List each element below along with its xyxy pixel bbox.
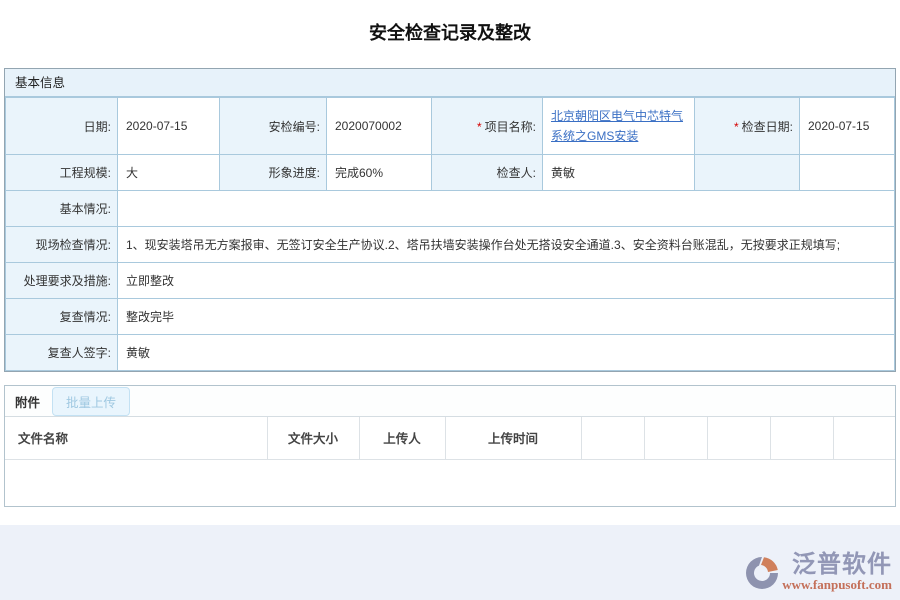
recheck-situation-value: 整改完毕 bbox=[118, 299, 895, 335]
table-row: 处理要求及措施: 立即整改 bbox=[6, 263, 895, 299]
attachments-header-row: 文件名称 文件大小 上传人 上传时间 bbox=[5, 417, 895, 459]
page-title: 安全检查记录及整改 bbox=[0, 0, 900, 68]
check-date-label: *检查日期: bbox=[695, 98, 800, 155]
recheck-signature-value: 黄敏 bbox=[118, 335, 895, 371]
basic-info-header: 基本信息 bbox=[5, 69, 895, 97]
inspector-value: 黄敏 bbox=[543, 155, 695, 191]
basic-info-section: 基本信息 日期: 2020-07-15 安检编号: 2020070002 *项目… bbox=[4, 68, 896, 372]
basic-situation-label: 基本情况: bbox=[6, 191, 118, 227]
site-inspection-value: 1、现安装塔吊无方案报审、无签订安全生产协议.2、塔吊扶墙安装操作台处无搭设安全… bbox=[118, 227, 895, 263]
column-header-empty bbox=[770, 417, 833, 459]
table-row: 基本情况: bbox=[6, 191, 895, 227]
table-row: 工程规模: 大 形象进度: 完成60% 检查人: 黄敏 bbox=[6, 155, 895, 191]
project-name-label-text: 项目名称: bbox=[485, 120, 536, 134]
scale-label: 工程规模: bbox=[6, 155, 118, 191]
brand-logo: 泛普软件 www.fanpusoft.com bbox=[744, 553, 892, 593]
table-row: 日期: 2020-07-15 安检编号: 2020070002 *项目名称: 北… bbox=[6, 98, 895, 155]
check-date-value: 2020-07-15 bbox=[800, 98, 895, 155]
inspection-no-value: 2020070002 bbox=[327, 98, 432, 155]
column-header-empty bbox=[833, 417, 895, 459]
required-asterisk: * bbox=[477, 120, 482, 134]
fanpu-logo-icon bbox=[744, 555, 780, 591]
empty-value-cell bbox=[800, 155, 895, 191]
brand-url[interactable]: www.fanpusoft.com bbox=[782, 577, 892, 593]
attachments-header-bar: 附件 批量上传 bbox=[5, 386, 895, 417]
date-value: 2020-07-15 bbox=[118, 98, 220, 155]
project-name-label: *项目名称: bbox=[432, 98, 543, 155]
column-header-uploader: 上传人 bbox=[359, 417, 445, 459]
column-header-empty bbox=[644, 417, 707, 459]
progress-value: 完成60% bbox=[327, 155, 432, 191]
attachments-section: 附件 批量上传 文件名称 文件大小 上传人 上传时间 bbox=[4, 385, 896, 507]
brand-text-block: 泛普软件 www.fanpusoft.com bbox=[782, 553, 892, 593]
attachments-empty-body bbox=[5, 459, 895, 506]
site-inspection-label: 现场检查情况: bbox=[6, 227, 118, 263]
basic-info-table: 日期: 2020-07-15 安检编号: 2020070002 *项目名称: 北… bbox=[5, 97, 895, 371]
attachments-title: 附件 bbox=[15, 392, 40, 411]
table-row: 复查情况: 整改完毕 bbox=[6, 299, 895, 335]
attachments-table: 文件名称 文件大小 上传人 上传时间 bbox=[5, 417, 895, 506]
recheck-situation-label: 复查情况: bbox=[6, 299, 118, 335]
table-row: 复查人签字: 黄敏 bbox=[6, 335, 895, 371]
column-header-upload-time: 上传时间 bbox=[445, 417, 581, 459]
batch-upload-button[interactable]: 批量上传 bbox=[52, 387, 130, 416]
date-label: 日期: bbox=[6, 98, 118, 155]
attachments-empty-row bbox=[5, 459, 895, 506]
table-row: 现场检查情况: 1、现安装塔吊无方案报审、无签订安全生产协议.2、塔吊扶墙安装操… bbox=[6, 227, 895, 263]
scale-value: 大 bbox=[118, 155, 220, 191]
required-asterisk: * bbox=[734, 120, 739, 134]
check-date-label-text: 检查日期: bbox=[742, 120, 793, 134]
column-header-empty bbox=[581, 417, 644, 459]
basic-situation-value bbox=[118, 191, 895, 227]
brand-name: 泛普软件 bbox=[792, 553, 892, 577]
handling-measures-value: 立即整改 bbox=[118, 263, 895, 299]
project-name-cell: 北京朝阳区电气中芯特气系统之GMS安装 bbox=[543, 98, 695, 155]
inspection-no-label: 安检编号: bbox=[220, 98, 327, 155]
column-header-empty bbox=[707, 417, 770, 459]
recheck-signature-label: 复查人签字: bbox=[6, 335, 118, 371]
project-name-link[interactable]: 北京朝阳区电气中芯特气系统之GMS安装 bbox=[551, 109, 683, 143]
empty-label-cell bbox=[695, 155, 800, 191]
column-header-file-name: 文件名称 bbox=[5, 417, 267, 459]
column-header-file-size: 文件大小 bbox=[267, 417, 359, 459]
inspector-label: 检查人: bbox=[432, 155, 543, 191]
handling-measures-label: 处理要求及措施: bbox=[6, 263, 118, 299]
progress-label: 形象进度: bbox=[220, 155, 327, 191]
footer-band: 泛普软件 www.fanpusoft.com bbox=[0, 525, 900, 600]
